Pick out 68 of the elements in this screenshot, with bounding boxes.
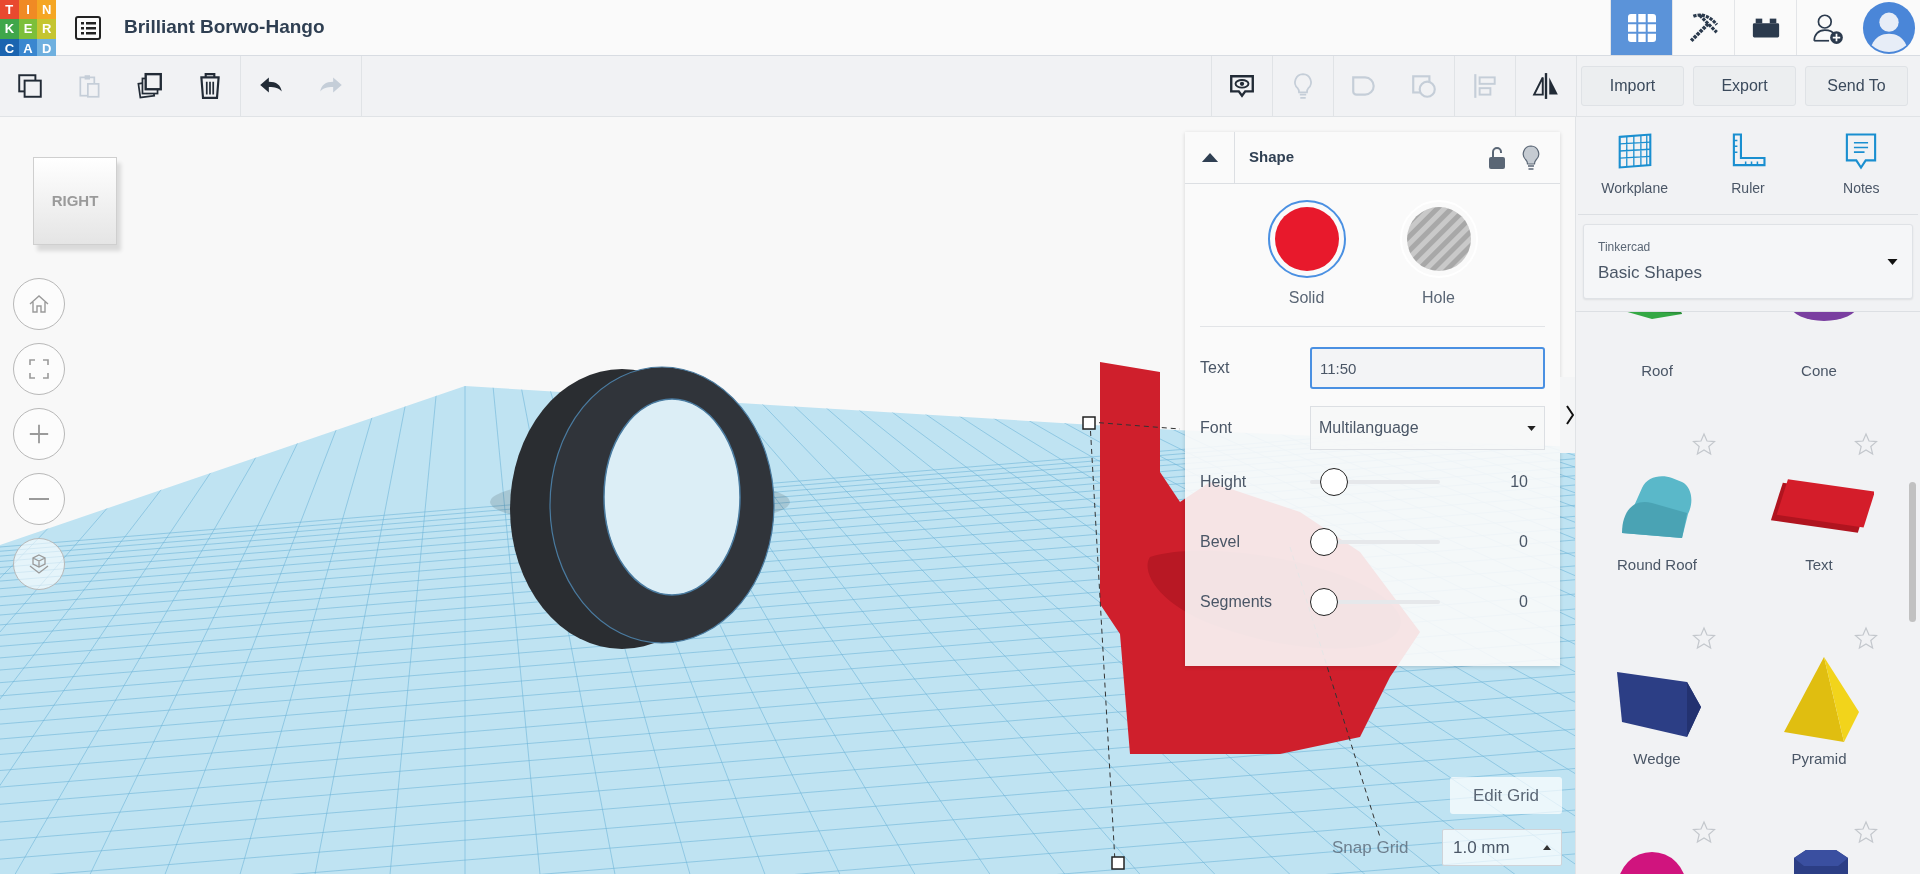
view-cube-label: RIGHT — [51, 190, 99, 211]
text-input[interactable]: 11:50 — [1310, 347, 1545, 389]
library-dropdown[interactable]: Tinkercad Basic Shapes — [1583, 224, 1913, 299]
notes-tool-button[interactable]: Notes — [1811, 132, 1912, 199]
scrollbar[interactable] — [1909, 482, 1916, 622]
home-view-button[interactable] — [13, 278, 65, 330]
slider-thumb[interactable] — [1320, 468, 1349, 496]
plus-icon — [28, 423, 50, 445]
toolbar-button[interactable]: Export — [1693, 66, 1796, 106]
caret-icon — [1887, 258, 1898, 265]
toolbar-button[interactable]: Send To — [1805, 66, 1908, 106]
workplane-tool-button[interactable]: Workplane — [1584, 132, 1685, 199]
logo[interactable]: T I N K E R C A D — [0, 0, 56, 56]
star-icon[interactable] — [1692, 626, 1716, 650]
design-title[interactable]: Brilliant Borwo-Hango — [124, 13, 325, 42]
list-icon[interactable] — [74, 13, 102, 42]
slider-label: Height — [1200, 472, 1248, 492]
slider-value: 0 — [1518, 532, 1528, 552]
solid-type-button[interactable] — [1267, 200, 1346, 278]
slider-label: Bevel — [1200, 532, 1242, 552]
star-icon[interactable] — [1692, 820, 1716, 844]
slider-value: 10 — [1509, 472, 1528, 492]
type-label: Hole — [1422, 288, 1455, 308]
slider-thumb[interactable] — [1310, 588, 1338, 616]
shape-label[interactable]: Wedge — [1633, 748, 1681, 771]
ruler-tool-button[interactable]: Ruler — [1698, 132, 1798, 199]
text-label: Text — [1200, 358, 1231, 378]
grid-icon — [1626, 12, 1657, 43]
hole-type-button[interactable] — [1399, 200, 1478, 278]
panel-title: Shape — [1249, 147, 1294, 168]
slider[interactable] — [1310, 468, 1440, 496]
snap-grid-label: Snap Grid — [1332, 837, 1409, 859]
slider[interactable] — [1310, 528, 1440, 556]
shape-label[interactable]: Pyramid — [1791, 748, 1847, 771]
panel-toggle[interactable] — [1560, 377, 1575, 453]
chevron-icon — [1566, 405, 1574, 425]
slider[interactable] — [1310, 588, 1440, 616]
library-provider: Tinkercad — [1598, 238, 1651, 256]
bulb-icon[interactable] — [1522, 144, 1540, 171]
fit-view-button[interactable] — [13, 343, 65, 395]
slider-thumb[interactable] — [1310, 528, 1338, 556]
slider-value: 0 — [1518, 592, 1528, 612]
perspective-button[interactable] — [13, 538, 65, 590]
star-icon[interactable] — [1854, 820, 1878, 844]
toolbar-button[interactable]: Import — [1581, 66, 1684, 106]
shape-label[interactable]: Cone — [1801, 360, 1837, 383]
shape-label[interactable]: Round Roof — [1616, 554, 1698, 577]
type-label: Solid — [1288, 288, 1325, 308]
minus-icon — [29, 498, 49, 500]
star-icon[interactable] — [1854, 432, 1878, 456]
zoom-in-button[interactable] — [13, 408, 65, 460]
caret-icon — [1543, 845, 1551, 850]
star-icon[interactable] — [1692, 432, 1716, 456]
caret-icon — [1200, 152, 1219, 163]
fit-view-icon — [27, 357, 51, 381]
cube-icon — [27, 552, 51, 576]
avatar-icon — [1862, 0, 1916, 55]
library-name: Basic Shapes — [1598, 261, 1702, 284]
snap-grid-dropdown[interactable]: 1.0 mm — [1442, 829, 1562, 866]
font-label: Font — [1200, 418, 1233, 438]
font-dropdown[interactable]: Multilanguage — [1310, 406, 1545, 450]
star-icon[interactable] — [1854, 626, 1878, 650]
lock-icon[interactable] — [1488, 145, 1506, 170]
shape-label[interactable]: Text — [1805, 554, 1833, 577]
slider-label: Segments — [1200, 592, 1274, 612]
shape-label[interactable]: Roof — [1641, 360, 1673, 383]
edit-grid-button[interactable]: Edit Grid — [1450, 777, 1562, 814]
caret-icon — [1527, 425, 1536, 431]
